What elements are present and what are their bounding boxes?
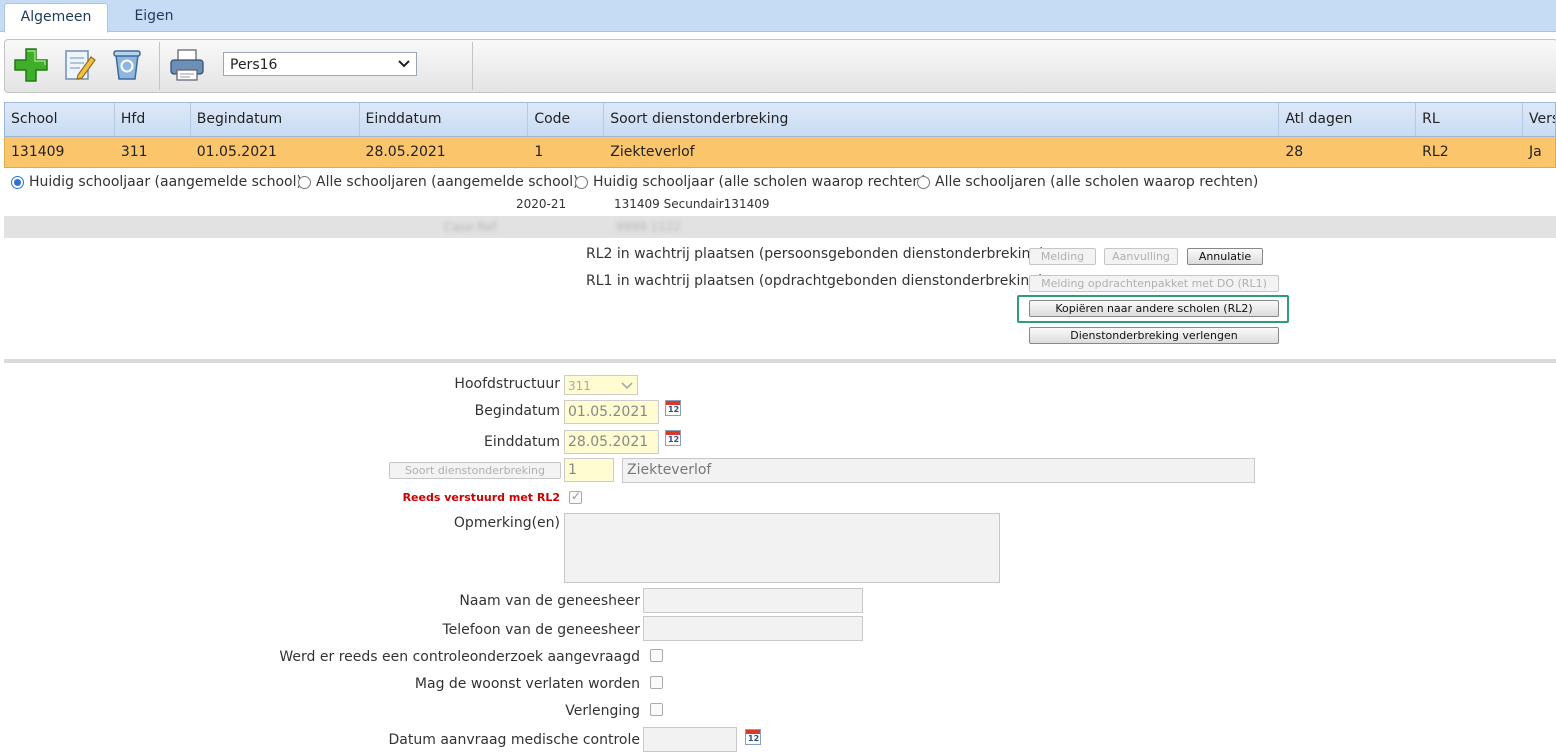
reeds-verstuurd-checkbox[interactable] [569, 489, 582, 504]
naam-geneesheer-label: Naam van de geneesheer [459, 593, 640, 609]
opmerking-textarea[interactable] [564, 513, 1000, 583]
blurred-info-bar: Case Ref 9999 1122 [4, 216, 1556, 238]
aanvulling-button[interactable]: Aanvulling [1104, 248, 1178, 265]
column-header-hfd[interactable]: Hfd [115, 103, 191, 136]
cell-code: 1 [534, 144, 544, 160]
rl1-queue-label: RL1 in wachtrij plaatsen (opdrachtgebond… [586, 273, 1044, 289]
schooljaar-text: 2020-21 [516, 197, 567, 211]
reeds-verstuurd-label: Reeds verstuurd met RL2 [402, 491, 560, 504]
verlenging-label: Verlenging [565, 703, 640, 719]
begindatum-input[interactable]: 01.05.2021 [564, 400, 659, 424]
datum-medische-controle-label: Datum aanvraag medische controle [388, 732, 640, 748]
column-header-soort[interactable]: Soort dienstonderbreking [604, 103, 1280, 136]
table-row[interactable]: 131409 311 01.05.2021 28.05.2021 1 Ziekt… [4, 137, 1556, 168]
cell-begindatum: 01.05.2021 [196, 144, 277, 160]
toolbar: Pers16 [4, 39, 1556, 93]
naam-geneesheer-input[interactable] [643, 588, 863, 613]
tab-algemeen[interactable]: Algemeen [4, 3, 108, 33]
einddatum-input[interactable]: 28.05.2021 [564, 430, 659, 454]
column-header-begindatum[interactable]: Begindatum [191, 103, 360, 136]
cell-hfd: 311 [120, 144, 148, 160]
woonst-label: Mag de woonst verlaten worden [414, 676, 640, 692]
blurred-text: 9999 1122 [616, 220, 681, 234]
rl2-queue-label: RL2 in wachtrij plaatsen (persoonsgebond… [586, 246, 1045, 262]
edit-icon[interactable] [59, 45, 99, 85]
person-select-value: Pers16 [230, 57, 278, 73]
cell-rl: RL2 [1422, 144, 1449, 160]
calendar-icon[interactable]: 12 [665, 400, 681, 416]
soort-dienstonderbreking-button[interactable]: Soort dienstonderbreking [389, 462, 561, 479]
hoofdstructuur-select[interactable]: 311 [564, 375, 638, 395]
controleonderzoek-checkbox[interactable] [650, 649, 663, 662]
data-grid: School Hfd Begindatum Einddatum Code Soo… [4, 102, 1556, 168]
radio-label: Alle schooljaren (aangemelde school) [316, 174, 579, 190]
column-header-code[interactable]: Code [528, 103, 605, 136]
datum-medische-controle-input[interactable] [643, 727, 737, 752]
filter-radio-current-year-school[interactable]: Huidig schooljaar (aangemelde school) [11, 172, 302, 192]
annulatie-button[interactable]: Annulatie [1187, 248, 1263, 265]
melding-button[interactable]: Melding [1029, 248, 1096, 265]
school-text: 131409 Secundair131409 [614, 197, 770, 211]
soort-code-input[interactable]: 1 [564, 458, 614, 482]
filter-radio-all-years-school[interactable]: Alle schooljaren (aangemelde school) [298, 172, 579, 192]
column-header-einddatum[interactable]: Einddatum [360, 103, 529, 136]
calendar-icon[interactable]: 12 [745, 729, 761, 745]
telefoon-geneesheer-input[interactable] [643, 616, 863, 641]
recycle-delete-icon[interactable] [107, 45, 147, 85]
soort-name-input[interactable]: Ziekteverlof [622, 458, 1255, 483]
controleonderzoek-label: Werd er reeds een controleonderzoek aang… [279, 649, 640, 665]
calendar-icon[interactable]: 12 [665, 430, 681, 446]
hoofdstructuur-label: Hoofdstructuur [454, 376, 560, 392]
column-header-rl[interactable]: RL [1416, 103, 1524, 136]
radio-button[interactable] [298, 175, 311, 189]
column-header-atl-dagen[interactable]: Atl dagen [1279, 103, 1417, 136]
radio-button[interactable] [575, 175, 588, 189]
einddatum-label: Einddatum [484, 434, 560, 450]
column-header-vers[interactable]: Vers [1523, 103, 1555, 136]
begindatum-label: Begindatum [474, 403, 560, 419]
blurred-text: Case Ref [444, 220, 497, 234]
hoofdstructuur-value: 311 [568, 379, 591, 393]
printer-icon[interactable] [167, 45, 207, 85]
filter-radio-current-year-all[interactable]: Huidig schooljaar (alle scholen waarop r… [575, 172, 927, 192]
cell-soort: Ziekteverlof [610, 144, 695, 160]
telefoon-geneesheer-label: Telefoon van de geneesheer [442, 622, 640, 638]
radio-label: Huidig schooljaar (alle scholen waarop r… [593, 174, 927, 190]
cell-einddatum: 28.05.2021 [365, 144, 446, 160]
melding-rl1-button[interactable]: Melding opdrachtenpakket met DO (RL1) [1029, 275, 1279, 292]
tab-bar [0, 0, 1556, 32]
verlengen-button[interactable]: Dienstonderbreking verlengen [1029, 327, 1279, 344]
chevron-down-icon [621, 376, 633, 400]
chevron-down-icon [398, 54, 410, 82]
section-divider [4, 359, 1556, 363]
radio-label: Alle schooljaren (alle scholen waarop re… [935, 174, 1259, 190]
add-icon[interactable] [11, 45, 51, 85]
radio-button[interactable] [11, 175, 24, 189]
filter-radio-all-years-all[interactable]: Alle schooljaren (alle scholen waarop re… [917, 172, 1258, 192]
toolbar-separator [472, 42, 473, 90]
cell-atl-dagen: 28 [1285, 144, 1304, 160]
opmerking-label: Opmerking(en) [453, 515, 560, 531]
column-header-school[interactable]: School [5, 103, 115, 136]
kopieren-button[interactable]: Kopiëren naar andere scholen (RL2) [1029, 300, 1279, 317]
toolbar-separator [159, 42, 160, 90]
woonst-checkbox[interactable] [650, 676, 663, 689]
tab-eigen[interactable]: Eigen [108, 3, 200, 31]
verlenging-checkbox[interactable] [650, 703, 663, 716]
cell-school: 131409 [11, 144, 65, 160]
cell-vers: Ja [1529, 144, 1542, 160]
person-select[interactable]: Pers16 [223, 52, 417, 76]
radio-button[interactable] [917, 175, 930, 189]
grid-header: School Hfd Begindatum Einddatum Code Soo… [4, 102, 1556, 137]
radio-label: Huidig schooljaar (aangemelde school) [29, 174, 302, 190]
